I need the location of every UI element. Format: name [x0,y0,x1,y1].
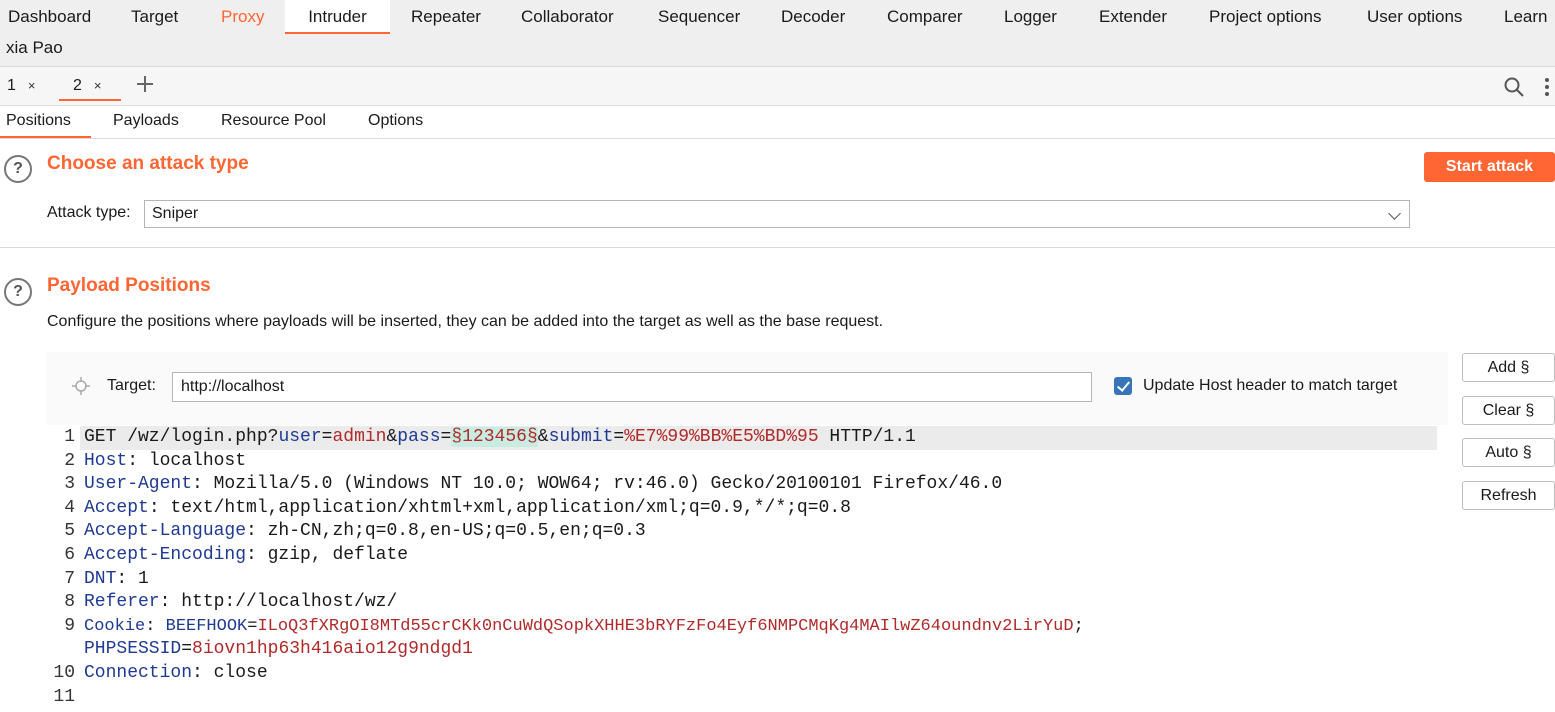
payload-positions-heading: Payload Positions [47,275,211,296]
attack-tab-label: 2 [73,77,82,94]
attack-tab-label: 1 [7,77,16,94]
header-line: User-Agent: Mozilla/5.0 (Windows NT 10.0… [84,474,1003,495]
tab-dashboard[interactable]: Dashboard [8,0,91,34]
target-label: Target: [107,377,156,394]
header-line: Referer: http://localhost/wz/ [84,592,398,613]
target-input[interactable]: http://localhost [172,372,1092,402]
tab-repeater[interactable]: Repeater [411,0,481,34]
tab-comparer[interactable]: Comparer [887,0,963,34]
add-tab-icon[interactable] [136,75,154,93]
line-number: 2 [64,450,75,471]
add-marker-button[interactable]: Add § [1462,353,1555,382]
header-line: DNT: 1 [84,568,149,589]
tab-collaborator[interactable]: Collaborator [521,0,614,34]
tab-options[interactable]: Options [368,106,423,136]
refresh-button[interactable]: Refresh [1462,481,1555,510]
close-icon[interactable]: × [94,78,102,93]
tab-payloads[interactable]: Payloads [113,106,179,136]
close-icon[interactable]: × [28,78,36,93]
crosshair-icon [72,377,90,395]
update-host-label: Update Host header to match target [1143,377,1398,394]
line-number: 7 [64,568,75,589]
header-line: Accept-Encoding: gzip, deflate [84,545,409,565]
header-line: Connection: close [84,663,268,683]
attack-type-value: Sniper [152,205,199,222]
main-nav: Dashboard Target Proxy Intruder Repeater… [0,0,1555,67]
request-line: GET /wz/login.php?user=admin&pass=§12345… [84,427,916,447]
start-attack-button[interactable]: Start attack [1424,152,1555,182]
update-host-checkbox[interactable] [1114,377,1132,395]
line-number: 6 [64,545,75,565]
positions-description: Configure the positions where payloads w… [47,313,884,330]
tab-logger[interactable]: Logger [1004,0,1057,34]
payload-marker: §123456§ [451,427,538,447]
section-divider [0,247,1555,248]
attack-type-label: Attack type: [47,204,131,221]
tab-learn[interactable]: Learn [1504,0,1547,34]
header-line: PHPSESSID=8iovn1hp63h416aio12g9ndgd1 [84,639,473,660]
tab-sequencer[interactable]: Sequencer [658,0,740,34]
auto-markers-button[interactable]: Auto § [1462,438,1555,467]
line-number: 8 [64,592,75,613]
line-number: 11 [53,686,75,707]
chevron-down-icon [1388,207,1401,220]
help-icon[interactable]: ? [4,155,32,183]
tab-intruder[interactable]: Intruder [285,0,390,34]
line-number: 3 [64,474,75,495]
attack-tab-1[interactable]: 1 × [7,71,36,101]
tab-proxy[interactable]: Proxy [221,0,264,34]
tab-xia-pao[interactable]: xia Pao [6,33,63,63]
line-number: 10 [53,663,75,683]
header-line: Cookie: BEEFHOOK=ILoQ3fXRgOI8MTd55crCKk0… [84,616,1084,636]
tab-target[interactable]: Target [131,0,178,34]
line-number: 5 [64,521,75,542]
tab-resource-pool[interactable]: Resource Pool [221,106,326,136]
header-line: Host: localhost [84,450,247,471]
header-line: Accept-Language: zh-CN,zh;q=0.8,en-US;q=… [84,521,646,542]
intruder-tabs: Positions Payloads Resource Pool Options [0,106,1555,139]
line-number: 4 [64,497,75,518]
attack-type-heading: Choose an attack type [47,153,249,174]
tab-extender[interactable]: Extender [1099,0,1167,34]
help-icon[interactable]: ? [4,278,32,306]
clear-markers-button[interactable]: Clear § [1462,396,1555,425]
attack-tabs: 1 × 2 × [0,67,1555,106]
tab-project-options[interactable]: Project options [1209,0,1321,34]
search-icon[interactable] [1504,77,1524,97]
line-number: 9 [64,615,75,636]
line-number: 1 [64,427,75,447]
tab-user-options[interactable]: User options [1367,0,1462,34]
header-line: Accept: text/html,application/xhtml+xml,… [84,497,851,518]
tab-decoder[interactable]: Decoder [781,0,845,34]
attack-tab-2[interactable]: 2 × [59,71,121,101]
tab-positions[interactable]: Positions [0,106,91,138]
more-options-icon[interactable] [1544,77,1550,97]
attack-type-select[interactable]: Sniper [144,200,1410,228]
